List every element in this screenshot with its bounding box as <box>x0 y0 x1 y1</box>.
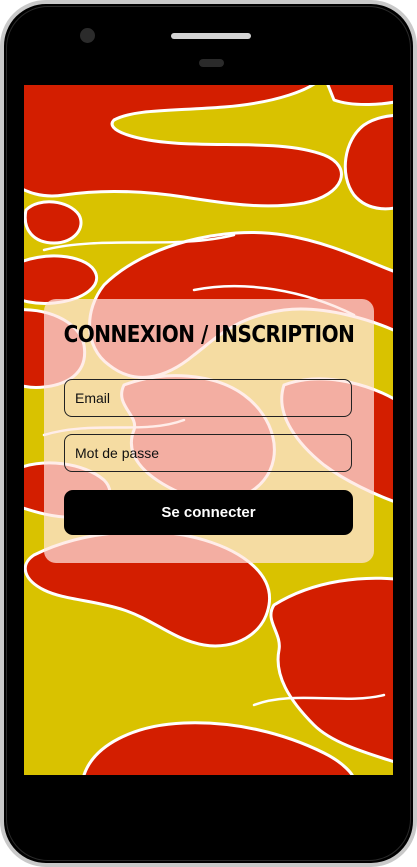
email-field[interactable] <box>64 379 352 417</box>
password-field[interactable] <box>64 434 352 472</box>
page-title: CONNEXION / INSCRIPTION <box>63 320 355 348</box>
login-card: CONNEXION / INSCRIPTION Se connecter <box>44 299 374 563</box>
earpiece-speaker-icon <box>171 33 251 39</box>
front-camera-icon <box>80 28 95 43</box>
app-screen: CONNEXION / INSCRIPTION Se connecter <box>24 85 393 775</box>
proximity-sensor-icon <box>199 59 224 67</box>
login-button[interactable]: Se connecter <box>64 490 353 535</box>
phone-frame: CONNEXION / INSCRIPTION Se connecter <box>0 0 417 867</box>
